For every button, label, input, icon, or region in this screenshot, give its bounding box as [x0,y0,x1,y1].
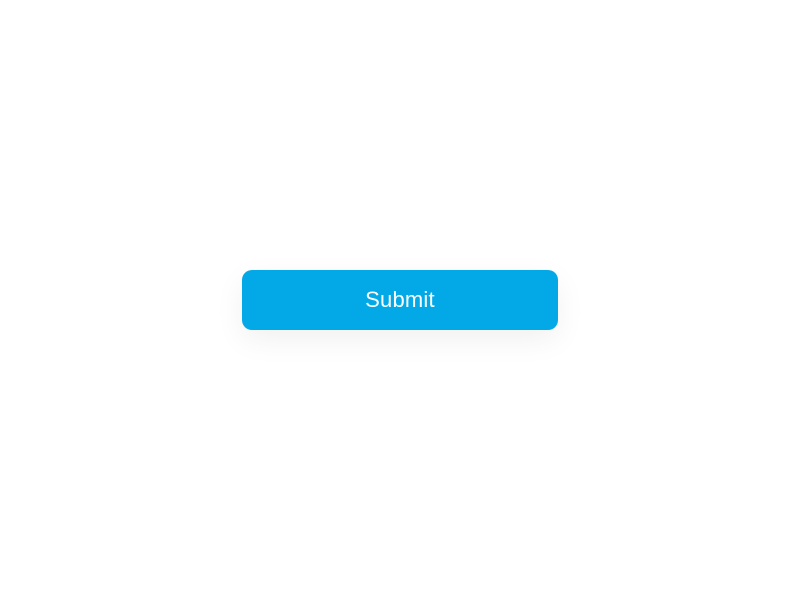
submit-button[interactable]: Submit [242,270,558,330]
